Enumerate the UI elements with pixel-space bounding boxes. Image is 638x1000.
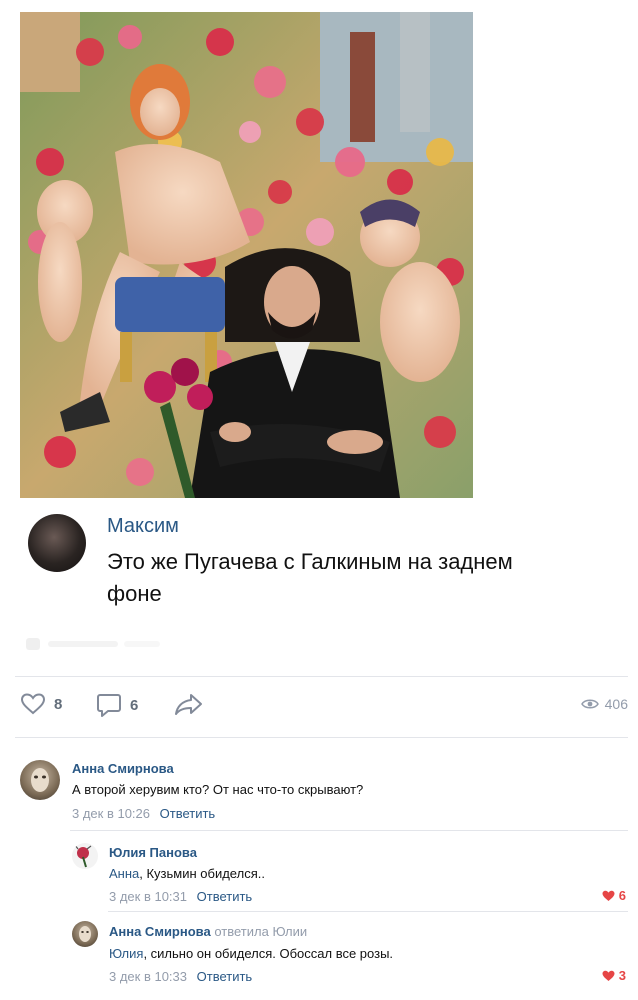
commenter-name[interactable]: Анна Смирнова <box>72 761 174 776</box>
comment-meta: 3 дек в 10:33 Ответить <box>109 969 252 984</box>
comment-body: , сильно он обиделся. Обоссал все розы. <box>143 946 394 961</box>
comment-date: 3 дек в 10:26 <box>72 806 151 821</box>
heart-outline-icon <box>20 693 46 715</box>
divider <box>15 676 628 677</box>
post-photo[interactable] <box>20 12 473 498</box>
comment-text: А второй херувим кто? От нас что-то скры… <box>72 782 364 797</box>
comment-meta: 3 дек в 10:31 Ответить <box>109 889 252 904</box>
comment-like[interactable]: 6 <box>602 888 626 903</box>
quote-author-avatar <box>28 514 86 572</box>
post-actions: 8 6 406 <box>20 690 628 720</box>
reply-to-label[interactable]: ответила Юлии <box>214 924 307 939</box>
comment-count: 6 <box>130 696 139 714</box>
commenter-name[interactable]: Юлия Панова <box>109 845 197 860</box>
comment-text: Анна, Кузьмин обиделся.. <box>109 866 265 881</box>
comment-like[interactable]: 3 <box>602 968 626 983</box>
heart-filled-icon <box>602 890 615 901</box>
share-button[interactable] <box>174 692 204 716</box>
quote-text: Это же Пугачева с Галкиным на заднем фон… <box>107 549 513 606</box>
quote-card: Максим Это же Пугачева с Галкиным на зад… <box>22 508 622 628</box>
mask-icon <box>31 768 49 792</box>
reply-link[interactable]: Ответить <box>197 889 253 904</box>
mention-link[interactable]: Юлия <box>109 946 143 961</box>
faded-watermark <box>22 630 172 656</box>
commenter-avatar[interactable] <box>20 760 60 800</box>
quote-author-name: Максим <box>107 515 179 537</box>
comment-body: , Кузьмин обиделся.. <box>139 866 265 881</box>
commenter-avatar[interactable] <box>72 921 98 947</box>
comment-icon <box>97 694 121 717</box>
divider <box>108 911 628 912</box>
comment-button[interactable]: 6 <box>96 692 138 718</box>
commenter-avatar[interactable] <box>72 843 98 869</box>
comment-text: Юлия, сильно он обиделся. Обоссал все ро… <box>109 946 393 961</box>
comment-item: Анна Смирнова А второй херувим кто? От н… <box>0 750 638 830</box>
eye-icon <box>580 699 599 709</box>
reply-link[interactable]: Ответить <box>160 806 216 821</box>
views-count: 406 <box>604 696 628 712</box>
views-counter: 406 <box>580 696 628 712</box>
heart-filled-icon <box>602 970 615 981</box>
comment-like-count: 6 <box>618 888 626 903</box>
painting-image <box>20 12 473 498</box>
commenter-name-link[interactable]: Анна Смирнова <box>109 924 211 939</box>
mention-link[interactable]: Анна <box>109 866 139 881</box>
like-count: 8 <box>54 695 63 713</box>
like-button[interactable]: 8 <box>20 692 62 716</box>
comment-date: 3 дек в 10:31 <box>109 889 188 904</box>
reply-link[interactable]: Ответить <box>197 969 253 984</box>
mask-icon <box>79 926 91 942</box>
divider <box>15 737 628 738</box>
comment-item: Юлия Панова Анна, Кузьмин обиделся.. 3 д… <box>0 835 638 913</box>
share-arrow-icon <box>175 694 202 715</box>
rose-icon <box>74 844 92 868</box>
divider <box>70 830 628 831</box>
comment-meta: 3 дек в 10:26 Ответить <box>72 806 215 821</box>
faded-text-graphic <box>26 638 160 650</box>
commenter-name: Анна Смирнова ответила Юлии <box>109 924 307 939</box>
comment-date: 3 дек в 10:33 <box>109 969 188 984</box>
comment-like-count: 3 <box>618 968 626 983</box>
comment-item: Анна Смирнова ответила Юлии Юлия, сильно… <box>0 915 638 995</box>
